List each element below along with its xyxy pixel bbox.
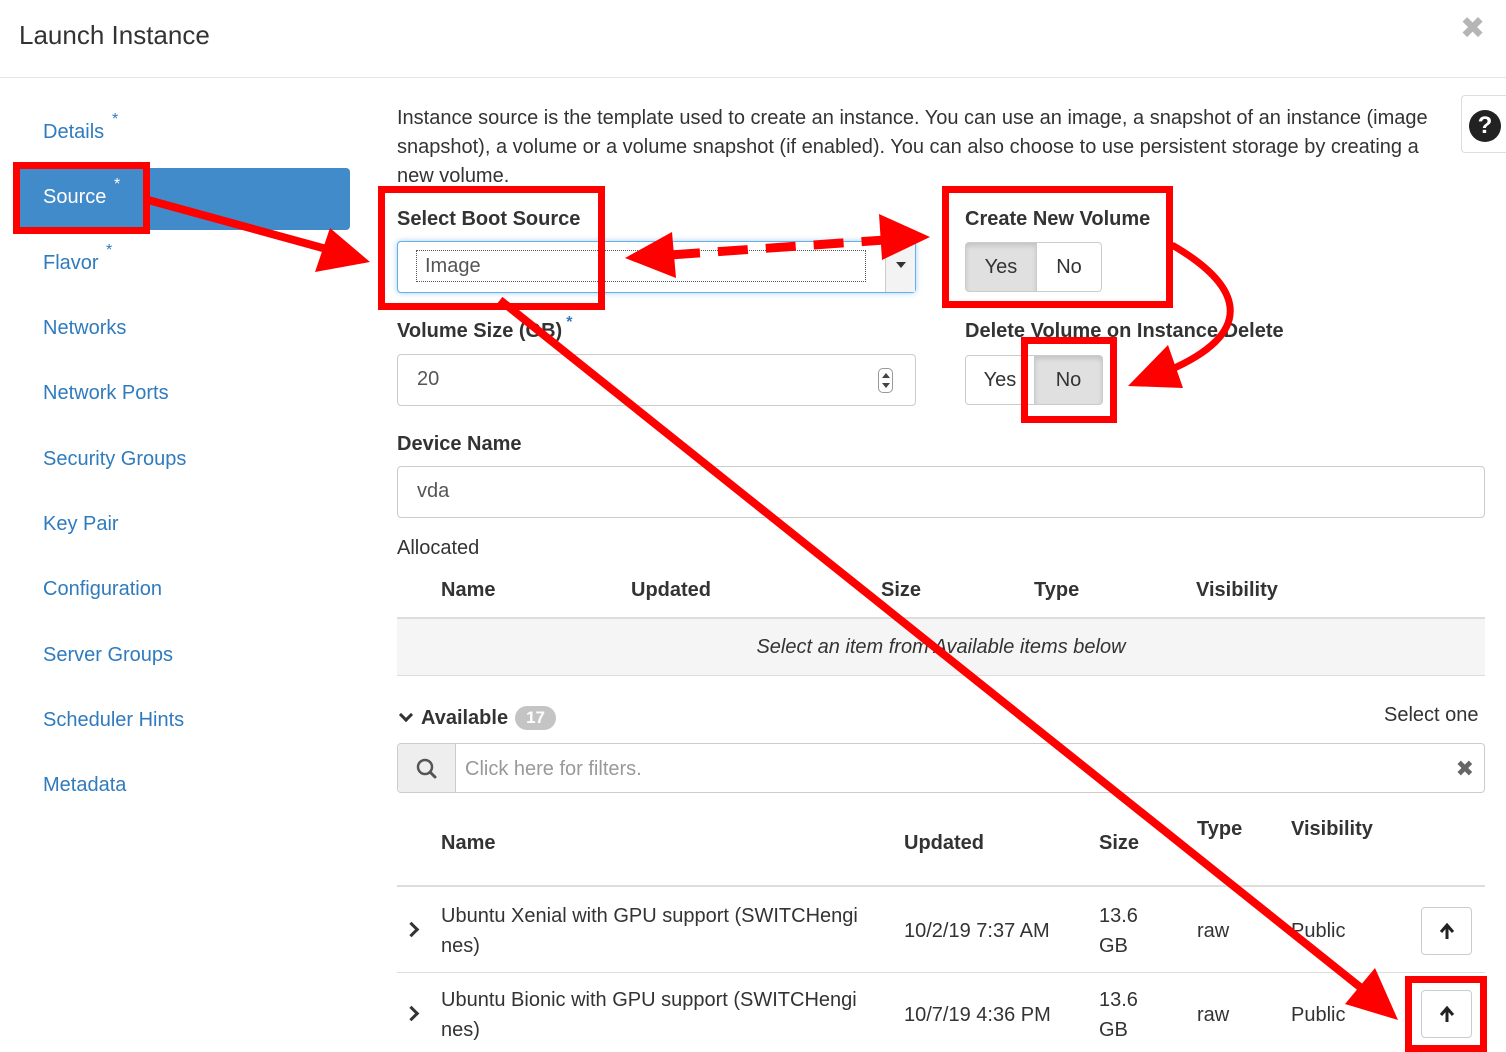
available-col-name: Name [441, 832, 496, 854]
chevron-down-icon [398, 707, 414, 723]
chevron-right-icon[interactable] [403, 921, 420, 938]
create-volume-label: Create New Volume [965, 208, 1151, 230]
available-col-size: Size [1099, 832, 1140, 854]
allocated-col-updated: Updated [631, 579, 711, 601]
help-icon: ? [1469, 110, 1501, 142]
row-updated: 10/7/19 4:36 PM [904, 1004, 1051, 1026]
source-description: Instance source is the template used to … [397, 107, 1428, 187]
sidebar-item-key-pair[interactable]: Key Pair [43, 513, 119, 536]
arrow-up-icon [1439, 1005, 1455, 1022]
available-header-divider [397, 885, 1485, 887]
device-name-label: Device Name [397, 433, 522, 455]
sidebar-item-configuration[interactable]: Configuration [43, 578, 162, 601]
clear-filter-icon[interactable]: ✖ [1456, 756, 1474, 782]
sidebar-item-flavor[interactable]: Flavor * [43, 242, 112, 275]
modal-title: Launch Instance [19, 20, 210, 50]
row-size: 13.6 GB [1099, 905, 1138, 957]
sidebar-item-networks[interactable]: Networks [43, 317, 126, 340]
row-divider [397, 972, 1485, 973]
select-one-hint: Select one [1384, 704, 1479, 726]
select-caret [885, 242, 915, 292]
chevron-right-icon[interactable] [403, 1005, 420, 1022]
row-updated: 10/2/19 7:37 AM [904, 920, 1050, 942]
sidebar-item-security-groups[interactable]: Security Groups [43, 448, 186, 471]
available-col-type: Type [1197, 818, 1243, 840]
allocated-empty-message: Select an item from Available items belo… [397, 619, 1485, 676]
sidebar-item-network-ports[interactable]: Network Ports [43, 382, 169, 405]
arrow-up-icon [1439, 922, 1455, 939]
available-count-badge: 17 [515, 706, 557, 730]
available-col-visibility: Visibility [1291, 818, 1373, 840]
search-icon [416, 758, 437, 779]
search-addon [398, 744, 456, 792]
boot-source-value: Image [416, 250, 866, 282]
row-visibility: Public [1291, 1004, 1346, 1026]
boot-source-select[interactable]: Image [397, 241, 916, 293]
row-name: Ubuntu Bionic with GPU support (SWITCHen… [441, 989, 857, 1041]
modal-header: Launch Instance ✖ [0, 0, 1506, 78]
row-type: raw [1197, 1004, 1230, 1026]
close-icon[interactable]: ✖ [1460, 14, 1485, 44]
allocated-col-type: Type [1034, 579, 1080, 601]
allocated-col-name: Name [441, 579, 496, 601]
delete-volume-toggle: Yes No [965, 355, 1103, 405]
sidebar-item-metadata[interactable]: Metadata [43, 774, 126, 797]
allocated-col-size: Size [881, 579, 922, 601]
delete-volume-label: Delete Volume on Instance Delete [965, 320, 1284, 342]
create-volume-no-button[interactable]: No [1037, 242, 1102, 292]
delete-volume-yes-button[interactable]: Yes [965, 355, 1035, 405]
boot-source-label: Select Boot Source [397, 208, 581, 230]
allocated-label: Allocated [397, 537, 480, 559]
sidebar-item-details[interactable]: Details * [43, 111, 118, 144]
device-name-input[interactable]: vda [397, 466, 1485, 518]
filter-input[interactable]: Click here for filters. [465, 758, 642, 781]
create-volume-yes-button[interactable]: Yes [965, 242, 1037, 292]
filter-bar[interactable]: Click here for filters. ✖ [397, 743, 1485, 793]
stepper-icon[interactable] [878, 368, 893, 393]
volume-size-input[interactable]: 20 [397, 354, 916, 406]
row-name: Ubuntu Xenial with GPU support (SWITCHen… [441, 905, 858, 957]
row-size: 13.6 GB [1099, 989, 1138, 1041]
allocated-col-visibility: Visibility [1196, 579, 1278, 601]
annotation-arrow [1168, 241, 1234, 374]
row-visibility: Public [1291, 920, 1346, 942]
allocate-button[interactable] [1421, 907, 1472, 955]
available-label: Available [421, 706, 509, 729]
chevron-down-icon [896, 262, 906, 268]
delete-volume-no-button[interactable]: No [1035, 355, 1103, 405]
allocate-button[interactable] [1421, 990, 1472, 1038]
sidebar-item-server-groups[interactable]: Server Groups [43, 644, 173, 667]
help-button[interactable]: ? [1461, 95, 1506, 153]
row-type: raw [1197, 920, 1230, 942]
sidebar-item-scheduler-hints[interactable]: Scheduler Hints [43, 709, 184, 732]
available-col-updated: Updated [904, 832, 984, 854]
sidebar-item-source[interactable]: Source * [43, 176, 120, 209]
create-volume-toggle: Yes No [965, 242, 1102, 292]
volume-size-label: Volume Size (GB) * [397, 314, 573, 342]
available-toggle[interactable]: Available 17 [397, 706, 557, 730]
volume-size-value: 20 [417, 368, 440, 390]
